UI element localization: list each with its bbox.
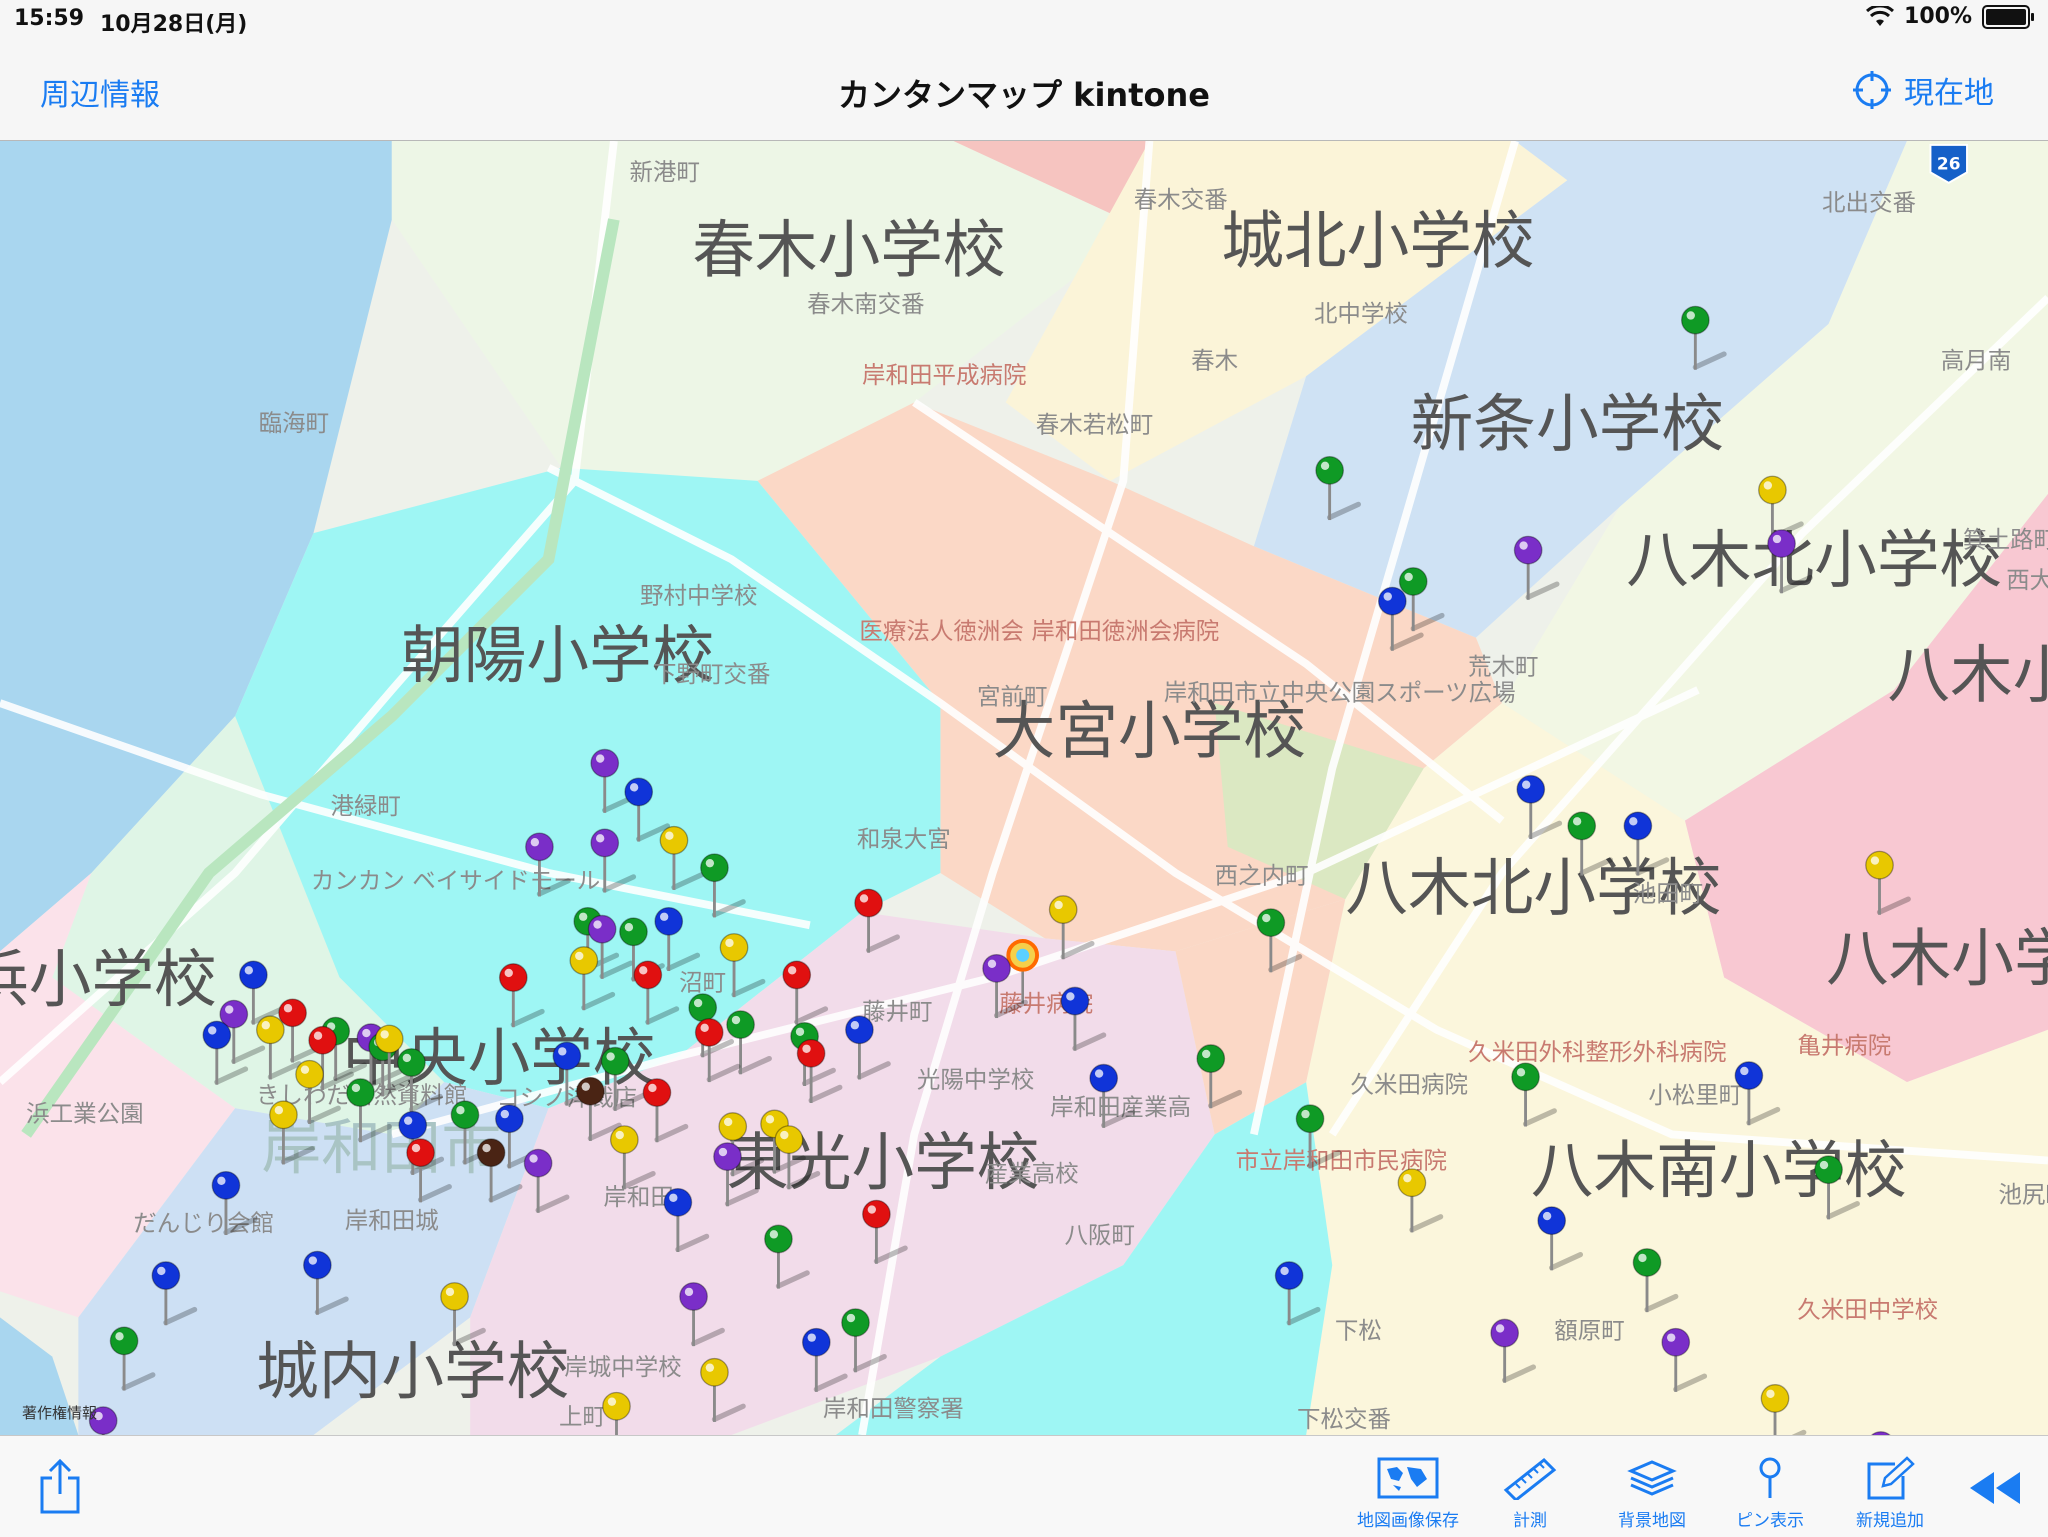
place-label: 池田町 [1633, 880, 1703, 908]
poi-label: 産業高校 [985, 1159, 1079, 1187]
status-right: 100% [1866, 4, 2034, 29]
poi-label: カンカン ベイサイドモール [311, 867, 600, 895]
place-label: 高月南 [1941, 346, 2011, 374]
share-button[interactable] [38, 1458, 82, 1514]
toolbar-label: 新規追加 [1856, 1511, 1924, 1531]
collapse-toolbar-icon[interactable] [1966, 1468, 2024, 1508]
add-new-button[interactable]: 新規追加 [1835, 1454, 1945, 1531]
nav-bar: 周辺情報 カンタンマップ kintone 現在地 [0, 40, 2048, 141]
zone-label-jonai: 城内小学校 [256, 1335, 569, 1408]
zone-label-shinjo: 新条小学校 [1411, 388, 1724, 461]
poi-label: 下野町交番 [653, 660, 770, 688]
poi-label: 久米田病院 [1351, 1071, 1468, 1099]
place-label: 臨海町 [259, 409, 329, 437]
compose-icon [1867, 1456, 1915, 1500]
poi-label: 春木交番 [1134, 186, 1228, 214]
place-label: 宮前町 [977, 682, 1047, 710]
place-label: 浜工業公園 [26, 1099, 143, 1127]
place-label: 藤井町 [862, 997, 932, 1025]
poi-label: 和泉大宮 [857, 825, 951, 853]
map-canvas[interactable]: 春木小学校 城北小学校 新条小学校 八木北小学校 朝陽小学校 大宮小学校 八木小… [0, 141, 2048, 1435]
place-label: 新港町 [630, 158, 700, 186]
poi-label: 北出交番 [1822, 188, 1916, 216]
poi-label: 野村中学校 [640, 582, 757, 610]
place-label: 池尻町 [1998, 1180, 2048, 1208]
save-map-image-button[interactable]: 地図画像保存 [1353, 1454, 1463, 1531]
poi-label: だんじり会館 [133, 1209, 274, 1237]
map-icon [1377, 1457, 1439, 1499]
poi-label: 箕土路町 [1963, 525, 2048, 553]
poi-label: 岸城中学校 [564, 1353, 681, 1381]
status-time: 15:59 [14, 6, 85, 31]
place-label: 港緑町 [330, 792, 400, 820]
poi-label: 亀井病院 [1797, 1031, 1891, 1059]
place-label: 岸和田 [603, 1183, 673, 1211]
zone-label-yagi-2: 八木小学校 [1826, 922, 2048, 995]
poi-label: 春木 [1191, 346, 1238, 374]
poi-label: 北中学校 [1314, 299, 1408, 327]
place-label: 小松里町 [1648, 1081, 1742, 1109]
poi-label: 光陽中学校 [917, 1065, 1034, 1093]
poi-label: 岸和田平成病院 [862, 361, 1026, 389]
map-copyright-link[interactable]: 著作権情報 [22, 1402, 97, 1423]
status-bar: 15:59 10月28日(月) 100% [0, 0, 2048, 40]
zone-label-yagi-1: 八木小学 [1887, 638, 2048, 711]
zone-label-johoku: 城北小学校 [1221, 205, 1534, 278]
poi-label: 岸和田城 [345, 1206, 439, 1234]
poi-label: 岸和田警察署 [823, 1395, 964, 1423]
poi-label: 医療法人徳洲会 岸和田徳洲会病院 [859, 617, 1219, 645]
zone-label-haruki: 春木小学校 [692, 214, 1005, 287]
toolbar-label: ピン表示 [1736, 1511, 1804, 1531]
poi-label: 久米田外科整形外科病院 [1468, 1038, 1726, 1066]
ruler-icon [1503, 1457, 1557, 1500]
wifi-icon [1866, 5, 1895, 26]
place-label: 上町 [559, 1403, 606, 1431]
svg-text:26: 26 [1937, 155, 1961, 175]
map-view[interactable]: 春木小学校 城北小学校 新条小学校 八木北小学校 朝陽小学校 大宮小学校 八木小… [0, 141, 2048, 1435]
current-location-label: 現在地 [1904, 76, 1994, 111]
place-label: 春木若松町 [1036, 410, 1153, 438]
layers-icon [1627, 1460, 1677, 1496]
pin-display-button[interactable]: ピン表示 [1715, 1454, 1825, 1531]
place-label: 沼町 [679, 969, 726, 997]
background-map-button[interactable]: 背景地図 [1597, 1454, 1707, 1531]
poi-label: 西大 [2006, 566, 2048, 594]
poi-label: 岸和田市立中央公園スポーツ広場 [1164, 678, 1516, 706]
pin-icon [1759, 1457, 1781, 1498]
zone-label-yagiminami: 八木南小学校 [1531, 1134, 1907, 1207]
place-label: 額原町 [1554, 1316, 1624, 1344]
battery-percent: 100% [1904, 4, 1972, 29]
page-title: カンタンマップ kintone [838, 76, 1210, 114]
place-label: 下松 [1335, 1316, 1382, 1344]
place-label: 八阪町 [1064, 1221, 1134, 1249]
current-location-button[interactable]: 現在地 [1852, 68, 1994, 112]
bottom-toolbar: 地図画像保存 計測 背景地図 ピン表示 新規追加 [0, 1435, 2048, 1537]
toolbar-label: 地図画像保存 [1357, 1511, 1459, 1531]
measure-button[interactable]: 計測 [1475, 1454, 1585, 1531]
status-date: 10月28日(月) [100, 12, 248, 37]
zone-label-yagikita-1: 八木北小学校 [1626, 523, 2002, 596]
place-label: 荒木町 [1468, 652, 1538, 680]
toolbar-label: 計測 [1513, 1511, 1547, 1531]
place-label: 西之内町 [1215, 861, 1309, 889]
zone-label-hama: 浜小学校 [0, 943, 217, 1016]
toolbar-label: 背景地図 [1618, 1511, 1686, 1531]
poi-label: 春木南交番 [807, 290, 924, 318]
crosshair-icon [1853, 71, 1891, 109]
poi-label: 久米田中学校 [1797, 1295, 1938, 1323]
battery-icon [1982, 4, 2034, 29]
poi-label: 下松交番 [1297, 1405, 1391, 1433]
